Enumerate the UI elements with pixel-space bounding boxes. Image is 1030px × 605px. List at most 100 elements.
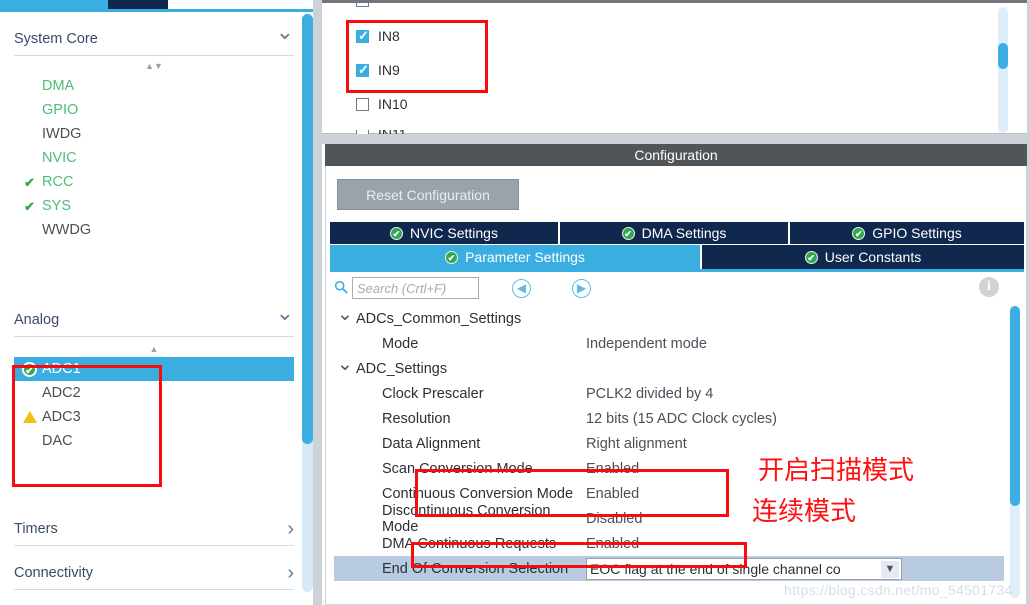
- tab-nvic-settings[interactable]: ✔ NVIC Settings: [330, 222, 558, 244]
- dropdown-value: EOC flag at the end of single channel co: [590, 560, 841, 577]
- watermark-text: https://blog.csdn.net/mo_54501734: [784, 582, 1013, 598]
- configuration-title-label: Configuration: [634, 147, 718, 163]
- channel-item-in9[interactable]: IN9: [356, 62, 400, 78]
- sidebar-section-timers[interactable]: Timers: [14, 512, 294, 546]
- channel-scrollbar-track[interactable]: [998, 7, 1008, 133]
- parameter-name: Mode: [382, 335, 419, 352]
- chevron-down-icon[interactable]: ⌄: [334, 303, 356, 326]
- tab-dma-settings[interactable]: ✔ DMA Settings: [560, 222, 788, 244]
- chevron-down-icon: [276, 309, 294, 331]
- channel-scrollbar-thumb[interactable]: [998, 43, 1008, 69]
- sidebar-item-nvic[interactable]: NVIC: [14, 146, 294, 170]
- sidebar-item-adc3[interactable]: ADC3: [14, 405, 294, 429]
- chevron-down-icon: [276, 28, 294, 50]
- system-core-list: ▲ ▼ DMA GPIO IWDG NVIC ✔ RCC ✔ SYS WWDG: [14, 57, 294, 242]
- chevron-right-circle-icon[interactable]: ▶: [572, 279, 591, 298]
- panel-splitter[interactable]: [322, 134, 1030, 144]
- chevron-down-icon[interactable]: ⌄: [334, 353, 356, 376]
- sidebar-item-label: ADC3: [42, 409, 81, 425]
- table-row[interactable]: Discontinuous Conversion Mode Disabled: [334, 503, 1004, 535]
- sidebar-section-label: Analog: [14, 311, 60, 328]
- sort-toggle-icon[interactable]: ▲: [14, 340, 294, 357]
- annotation-text-continuous-mode: 连续模式: [752, 497, 857, 527]
- channel-label: IN8: [378, 28, 400, 44]
- channel-item-in10[interactable]: IN10: [356, 96, 408, 112]
- check-icon: ✔: [24, 198, 35, 214]
- sidebar-item-iwdg[interactable]: IWDG: [14, 122, 294, 146]
- configuration-body: Reset Configuration ✔ NVIC Settings ✔ DM…: [325, 166, 1027, 605]
- table-row[interactable]: Data Alignment Right alignment: [334, 431, 1004, 456]
- parameter-tree: ⌄ ADCs_Common_Settings Mode Independent …: [334, 303, 1004, 581]
- checkbox-checked-icon[interactable]: [356, 28, 369, 43]
- sidebar-section-analog[interactable]: Analog: [14, 303, 294, 337]
- parameter-name: DMA Continuous Requests: [382, 535, 557, 552]
- info-icon[interactable]: i: [979, 277, 999, 297]
- tree-group-adc-settings[interactable]: ⌄ ADC_Settings: [334, 353, 1004, 381]
- tab-parameter-settings[interactable]: ✔ Parameter Settings: [330, 245, 700, 269]
- channel-item-in8[interactable]: IN8: [356, 28, 400, 44]
- sidebar-item-sys[interactable]: ✔ SYS: [14, 194, 294, 218]
- channel-checkbox-clipped: [356, 3, 369, 7]
- tab-underline: [0, 9, 322, 12]
- tab-label: GPIO Settings: [872, 225, 962, 241]
- chevron-left-circle-icon[interactable]: ◀: [512, 279, 531, 298]
- table-row-end-of-conversion-selection[interactable]: End Of Conversion Selection EOC flag at …: [334, 556, 1004, 581]
- configuration-header: Configuration: [325, 144, 1027, 166]
- reset-configuration-button[interactable]: Reset Configuration: [337, 179, 519, 210]
- tree-group-adcs-common-settings[interactable]: ⌄ ADCs_Common_Settings: [334, 303, 1004, 331]
- sidebar-scrollbar-thumb[interactable]: [302, 14, 313, 444]
- channel-label: IN10: [378, 96, 408, 112]
- pinout-tab[interactable]: [0, 0, 108, 9]
- sidebar-item-dma[interactable]: DMA: [14, 74, 294, 98]
- warning-icon: [21, 410, 38, 424]
- sidebar-item-wwdg[interactable]: WWDG: [14, 218, 294, 242]
- tab-user-constants[interactable]: ✔ User Constants: [702, 245, 1024, 269]
- search-input[interactable]: Search (Crtl+F): [352, 277, 479, 299]
- sidebar-item-gpio[interactable]: GPIO: [14, 98, 294, 122]
- peripheral-sidebar: System Core ▲▼ DMA GPIO IWDG NVIC: [0, 0, 322, 605]
- sidebar-item-rcc[interactable]: ✔ RCC: [14, 170, 294, 194]
- sidebar-item-label: ADC1: [42, 361, 81, 377]
- parameter-value: PCLK2 divided by 4: [586, 385, 714, 402]
- sidebar-item-label: DAC: [42, 433, 73, 449]
- sidebar-item-label: ADC2: [42, 385, 81, 401]
- tab-gpio-settings[interactable]: ✔ GPIO Settings: [790, 222, 1024, 244]
- sidebar-item-adc1[interactable]: ✔ ADC1: [14, 357, 294, 381]
- app-root: System Core ▲▼ DMA GPIO IWDG NVIC: [0, 0, 1030, 605]
- table-row[interactable]: Clock Prescaler PCLK2 divided by 4: [334, 381, 1004, 406]
- parameter-value: Enabled: [586, 535, 640, 552]
- table-row[interactable]: Mode Independent mode: [334, 331, 1004, 356]
- checkbox-checked-icon[interactable]: [356, 62, 369, 77]
- tree-group-label: ADC_Settings: [356, 360, 448, 377]
- analog-list: ▲ ✔ ADC1 ADC2 ADC3 DAC: [14, 340, 294, 453]
- end-of-conversion-dropdown[interactable]: EOC flag at the end of single channel co…: [586, 557, 902, 580]
- check-icon: ✔: [24, 174, 35, 190]
- sidebar-item-dac[interactable]: DAC: [14, 429, 294, 453]
- sidebar-section-system-core[interactable]: System Core: [14, 22, 294, 56]
- table-row-dma-continuous-requests[interactable]: DMA Continuous Requests Enabled: [334, 531, 1004, 556]
- sidebar-item-adc2[interactable]: ADC2: [14, 381, 294, 405]
- parameter-value: Enabled: [586, 485, 640, 502]
- tab-strip-filler: [168, 0, 322, 9]
- check-circle-icon: ✔: [21, 361, 38, 377]
- table-row[interactable]: Resolution 12 bits (15 ADC Clock cycles): [334, 406, 1004, 431]
- tree-group-label: ADCs_Common_Settings: [356, 310, 522, 327]
- check-badge-icon: ✔: [852, 226, 866, 240]
- check-badge-icon: ✔: [390, 226, 404, 240]
- sidebar-section-connectivity[interactable]: Connectivity: [14, 556, 294, 590]
- check-badge-icon: ✔: [804, 250, 818, 264]
- search-icon[interactable]: [334, 280, 348, 294]
- parameter-value: Right alignment: [586, 435, 687, 452]
- clock-configuration-tab[interactable]: [108, 0, 168, 9]
- sidebar-item-label: GPIO: [42, 102, 79, 118]
- sidebar-item-label: WWDG: [42, 222, 92, 238]
- parameter-scrollbar-thumb[interactable]: [1010, 306, 1020, 506]
- sidebar-item-label: DMA: [42, 78, 75, 94]
- chevron-down-icon[interactable]: ▼: [881, 560, 899, 578]
- parameter-value: 12 bits (15 ADC Clock cycles): [586, 410, 777, 427]
- reset-configuration-label: Reset Configuration: [366, 186, 490, 203]
- sidebar-section-label: Timers: [14, 520, 58, 537]
- checkbox-unchecked-icon[interactable]: [356, 97, 369, 111]
- sidebar-section-label: System Core: [14, 30, 98, 47]
- sort-toggle-icon[interactable]: ▲ ▼: [14, 57, 294, 74]
